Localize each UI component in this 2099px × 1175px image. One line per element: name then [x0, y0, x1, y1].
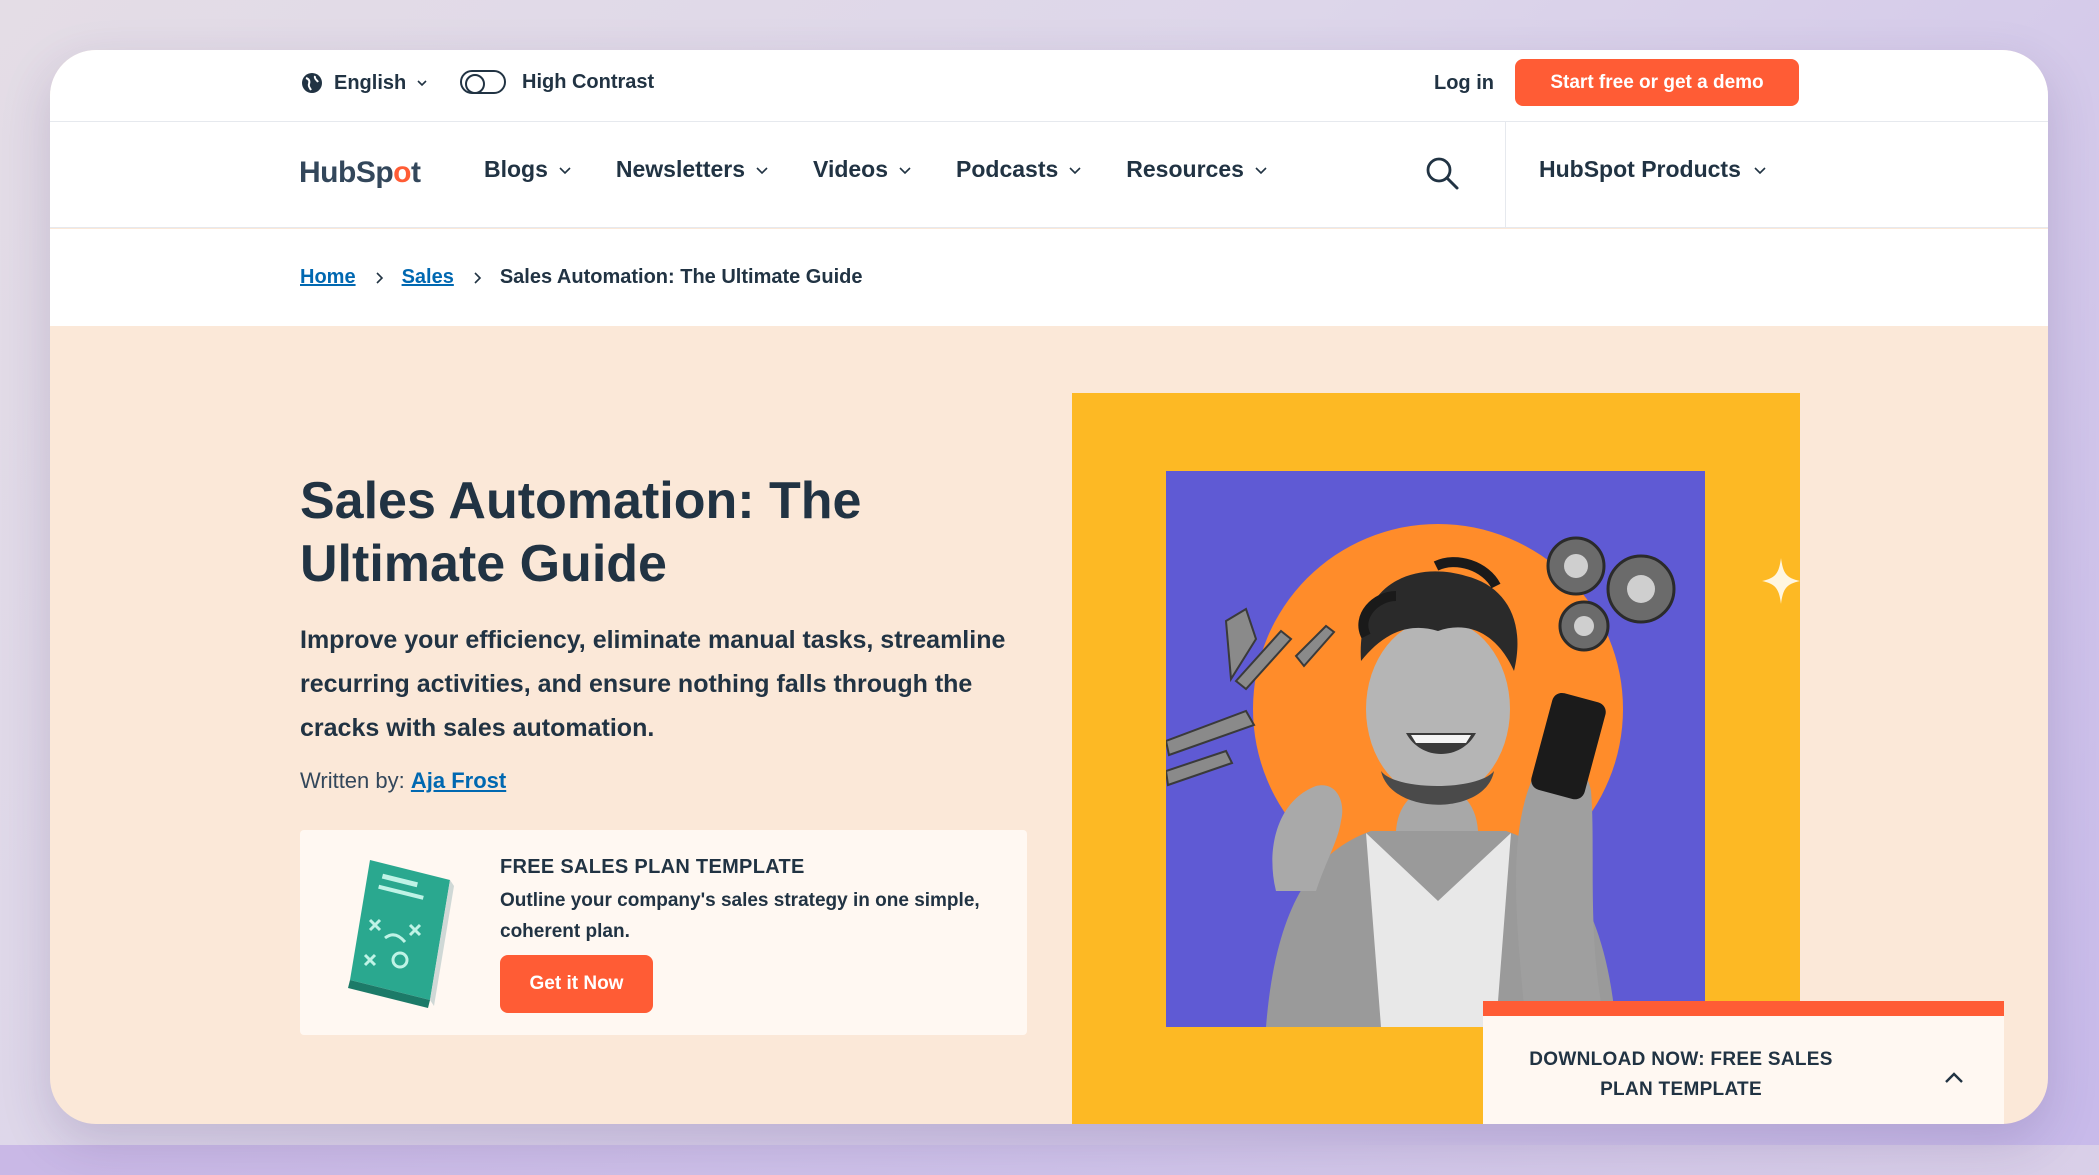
hubspot-logo[interactable]: HubSpot — [299, 156, 421, 190]
breadcrumb-home[interactable]: Home — [300, 266, 356, 289]
login-link[interactable]: Log in — [1434, 72, 1494, 95]
search-icon[interactable] — [1424, 155, 1460, 191]
feature-illustration — [1166, 471, 1705, 1027]
celebrating-person-illustration — [1166, 524, 1676, 1027]
get-it-now-button[interactable]: Get it Now — [500, 955, 653, 1013]
byline-label: Written by: — [300, 768, 405, 793]
nav-item-resources[interactable]: Resources — [1126, 156, 1268, 183]
chevron-up-icon[interactable] — [1942, 1066, 1966, 1090]
offer-description: Outline your company's sales strategy in… — [500, 890, 980, 942]
toggle-switch[interactable] — [460, 70, 506, 94]
nav-item-newsletters[interactable]: Newsletters — [616, 156, 769, 183]
chevron-right-icon — [474, 271, 481, 284]
hubspot-products-menu[interactable]: HubSpot Products — [1539, 156, 1767, 183]
breadcrumb-current: Sales Automation: The Ultimate Guide — [499, 266, 863, 288]
nav-item-podcasts[interactable]: Podcasts — [956, 156, 1082, 183]
author-link[interactable]: Aja Frost — [411, 768, 506, 793]
offer-card: FREE SALES PLAN TEMPLATE Outline your co… — [300, 830, 1027, 1035]
nav-menu: Blogs Newsletters Videos Podcasts Resour… — [484, 156, 1312, 183]
breadcrumb: Home Sales Sales Automation: The Ultimat… — [50, 229, 2048, 326]
chevron-down-icon — [899, 166, 911, 174]
chevron-down-icon — [559, 166, 571, 174]
page-title: Sales Automation: The Ultimate Guide — [300, 472, 862, 593]
browser-window: English High Contrast Log in Start free … — [50, 50, 2048, 1124]
language-label: English — [334, 71, 407, 94]
chevron-down-icon — [1754, 166, 1766, 174]
page-subtitle: Improve your efficiency, eliminate manua… — [300, 626, 1006, 742]
sparkle-icon — [1762, 558, 1800, 604]
nav-divider — [1505, 122, 1506, 228]
nav-item-blogs[interactable]: Blogs — [484, 156, 572, 183]
main-nav: HubSpot Blogs Newsletters Videos Podcast… — [50, 122, 2048, 228]
utility-bar: English High Contrast Log in Start free … — [50, 50, 2048, 122]
chevron-down-icon — [1255, 166, 1267, 174]
chevron-down-icon — [1069, 166, 1081, 174]
nav-item-videos[interactable]: Videos — [813, 156, 912, 183]
language-selector[interactable]: English — [300, 71, 428, 95]
chevron-right-icon — [376, 271, 383, 284]
start-free-button[interactable]: Start free or get a demo — [1515, 59, 1799, 106]
globe-icon — [302, 73, 322, 93]
download-banner[interactable]: DOWNLOAD NOW: FREE SALES PLAN TEMPLATE — [1483, 1001, 2004, 1124]
offer-title: FREE SALES PLAN TEMPLATE — [500, 856, 805, 878]
byline: Written by: Aja Frost — [300, 768, 506, 794]
chevron-down-icon — [756, 166, 768, 174]
breadcrumb-sales[interactable]: Sales — [402, 266, 454, 289]
chevron-down-icon — [417, 80, 427, 87]
download-banner-text: DOWNLOAD NOW: FREE SALES PLAN TEMPLATE — [1529, 1049, 1833, 1100]
high-contrast-toggle[interactable]: High Contrast — [460, 70, 654, 94]
high-contrast-label: High Contrast — [522, 70, 655, 93]
book-icon — [348, 860, 454, 1008]
